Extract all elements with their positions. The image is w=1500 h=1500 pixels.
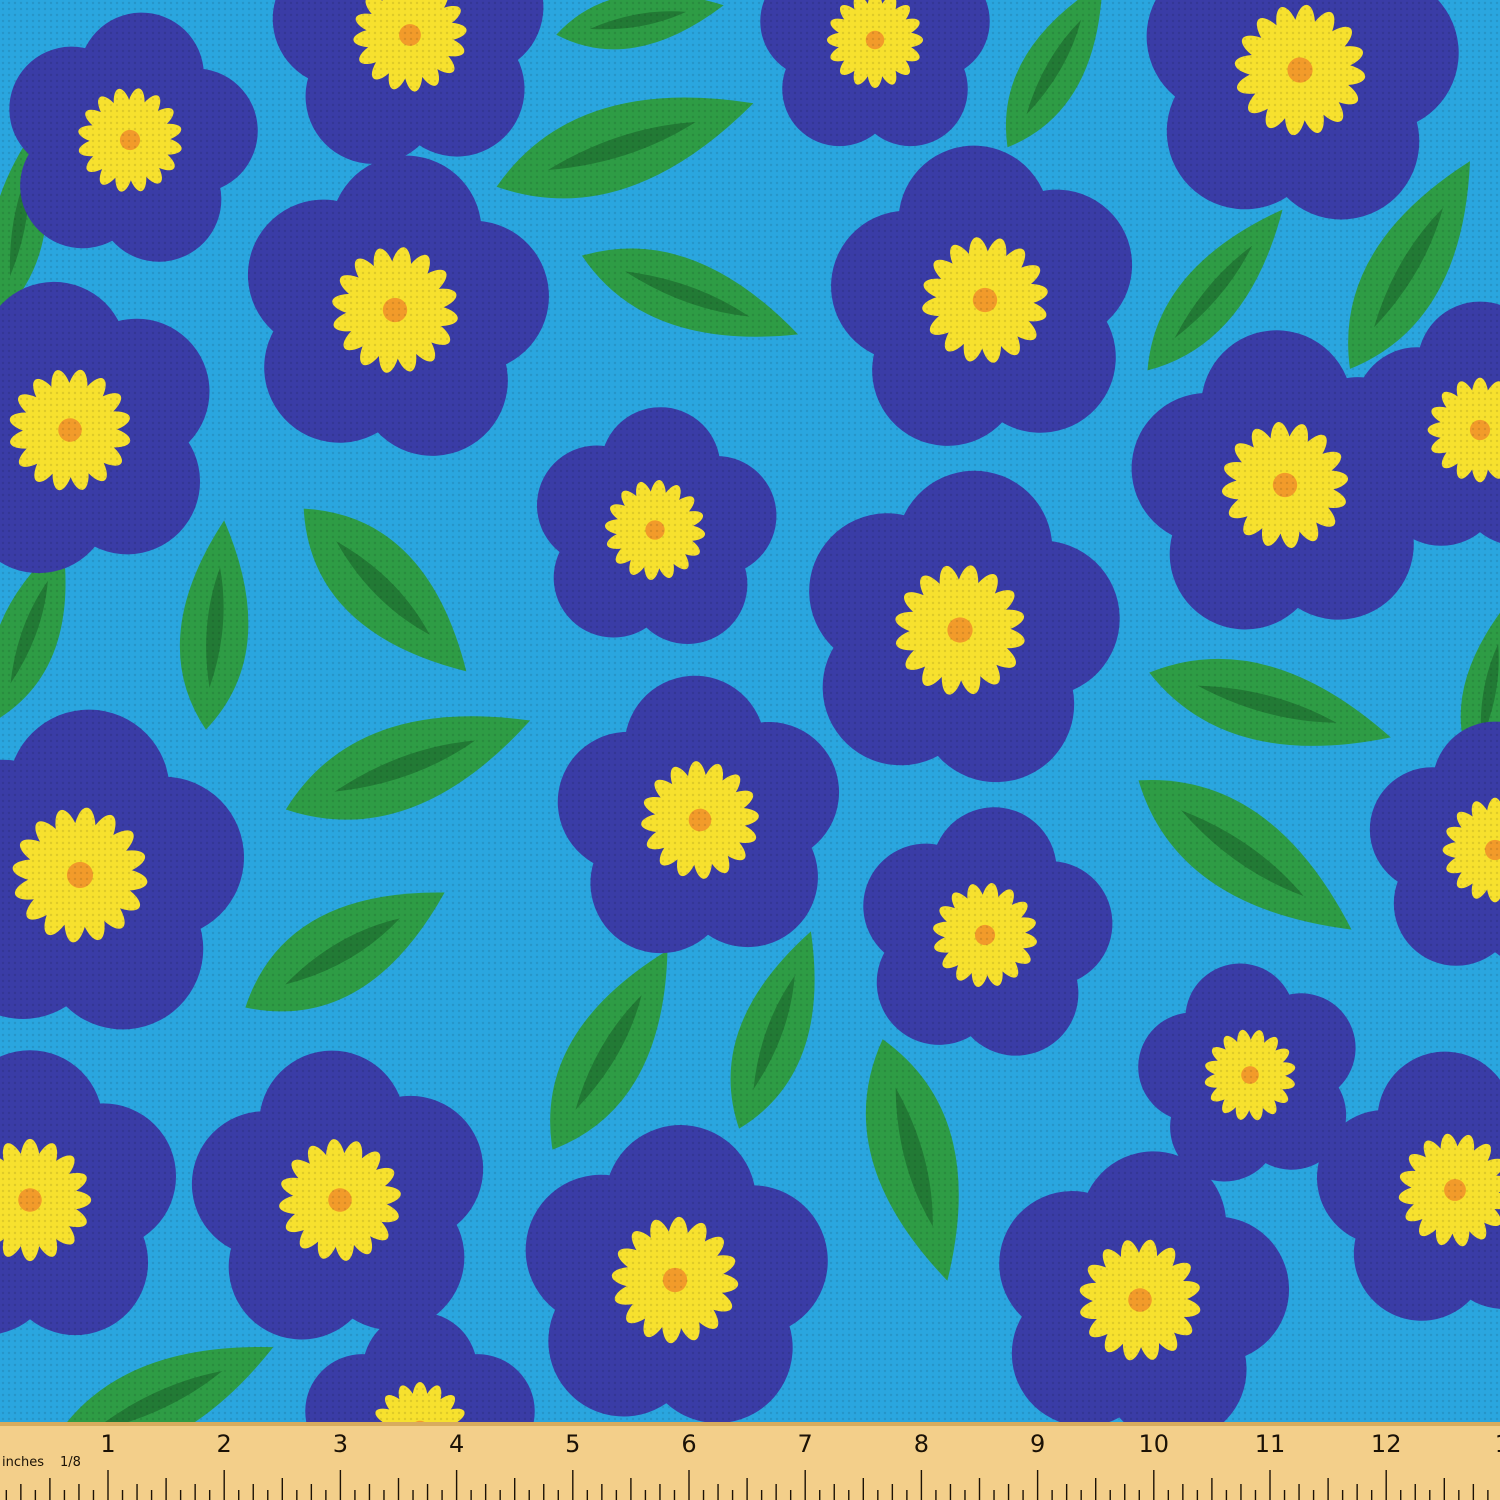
ruler-number: 7 [798, 1430, 813, 1458]
fabric-weave-texture [0, 0, 1500, 1422]
ruler-number: 8 [914, 1430, 929, 1458]
ruler-number: 4 [449, 1430, 464, 1458]
ruler-fraction-label: 1/8 [60, 1455, 81, 1470]
ruler-number: 6 [681, 1430, 696, 1458]
ruler-number: 9 [1030, 1430, 1045, 1458]
ruler-top-edge [0, 1422, 1500, 1426]
ruler-number: 11 [1255, 1430, 1286, 1458]
fabric-product-image: 1234567891011121 inches 1/8 [0, 0, 1500, 1500]
ruler-number: 1 [100, 1430, 115, 1458]
ruler-number: 1 [1495, 1430, 1500, 1458]
ruler-number: 5 [565, 1430, 580, 1458]
ruler-number: 3 [333, 1430, 348, 1458]
floral-fabric-pattern [0, 0, 1500, 1422]
ruler-number: 2 [217, 1430, 232, 1458]
measuring-ruler: 1234567891011121 inches 1/8 [0, 1422, 1500, 1500]
ruler-unit-label: inches [2, 1455, 44, 1470]
ruler-number: 12 [1371, 1430, 1402, 1458]
ruler-number: 10 [1139, 1430, 1170, 1458]
